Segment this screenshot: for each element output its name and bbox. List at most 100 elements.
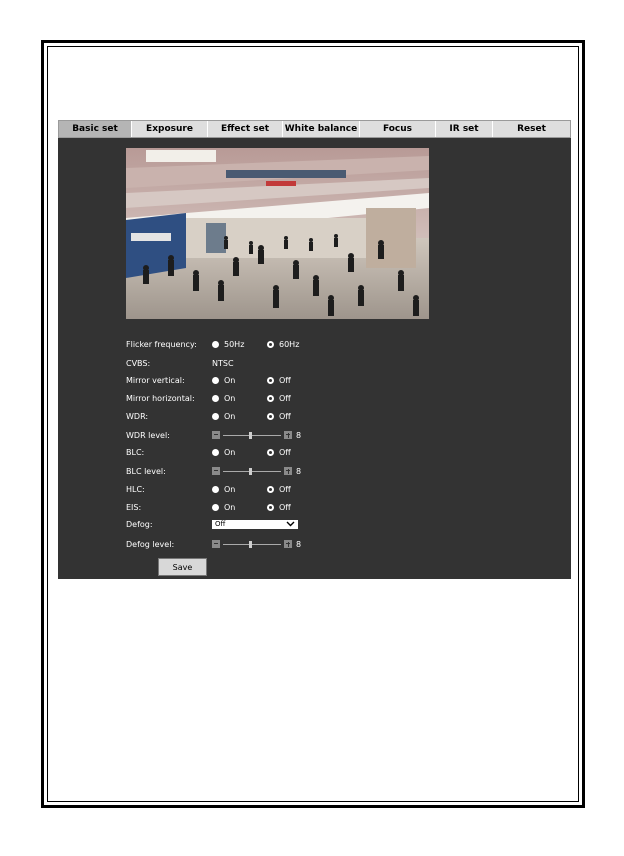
wdr-on-radio[interactable]: On <box>212 412 267 421</box>
plus-icon[interactable] <box>284 431 292 439</box>
minus-icon[interactable] <box>212 540 220 548</box>
defog-select-value: Off <box>215 520 226 528</box>
wdr-level-label: WDR level: <box>126 430 170 440</box>
wdr-label: WDR: <box>126 411 149 421</box>
eis-off-radio[interactable]: Off <box>267 503 291 512</box>
hlc-off-radio[interactable]: Off <box>267 485 291 494</box>
radio-selected-icon <box>267 412 274 420</box>
eis-row: EIS: On Off <box>126 500 291 514</box>
defog-row: Defog: Off <box>126 517 298 531</box>
defog-select[interactable]: Off <box>212 519 298 529</box>
flicker-frequency-label: Flicker frequency: <box>126 339 197 349</box>
blc-on-radio[interactable]: On <box>212 448 267 457</box>
radio-selected-icon <box>267 394 274 402</box>
radio-unselected-icon <box>212 340 219 348</box>
wdr-level-value: 8 <box>296 430 302 440</box>
flicker-50hz-label: 50Hz <box>224 339 245 349</box>
hlc-on-label: On <box>224 484 236 494</box>
video-preview-image <box>126 148 429 319</box>
blc-label: BLC: <box>126 447 145 457</box>
tab-focus[interactable]: Focus <box>360 121 436 137</box>
slider-thumb[interactable] <box>249 467 252 475</box>
flicker-frequency-row: Flicker frequency: 50Hz 60Hz <box>126 337 299 351</box>
flicker-50hz-radio[interactable]: 50Hz <box>212 340 267 349</box>
radio-unselected-icon <box>212 485 219 493</box>
radio-selected-icon <box>267 448 274 456</box>
mirror-vertical-label: Mirror vertical: <box>126 375 185 385</box>
defog-level-label: Defog level: <box>126 539 175 549</box>
cvbs-value: NTSC <box>212 358 234 368</box>
plus-icon[interactable] <box>284 467 292 475</box>
hlc-on-radio[interactable]: On <box>212 485 267 494</box>
tab-white-balance[interactable]: White balance <box>283 121 360 137</box>
radio-selected-icon <box>267 340 274 348</box>
radio-unselected-icon <box>212 412 219 420</box>
blc-level-row: BLC level: 8 <box>126 464 301 478</box>
wdr-level-slider[interactable]: 8 <box>212 431 301 440</box>
mirror-horizontal-row: Mirror horizontal: On Off <box>126 391 291 405</box>
defog-level-slider[interactable]: 8 <box>212 540 301 549</box>
tab-effect-set[interactable]: Effect set <box>208 121 283 137</box>
mirror-horizontal-off-label: Off <box>279 393 291 403</box>
tab-basic-set[interactable]: Basic set <box>59 121 132 137</box>
mirror-vertical-off-radio[interactable]: Off <box>267 376 291 385</box>
minus-icon[interactable] <box>212 431 220 439</box>
video-preview <box>126 148 429 319</box>
slider-track[interactable] <box>223 540 281 548</box>
tab-reset[interactable]: Reset <box>493 121 570 137</box>
mirror-vertical-on-radio[interactable]: On <box>212 376 267 385</box>
save-button[interactable]: Save <box>158 558 207 576</box>
minus-icon[interactable] <box>212 467 220 475</box>
eis-off-label: Off <box>279 502 291 512</box>
mirror-horizontal-label: Mirror horizontal: <box>126 393 195 403</box>
blc-row: BLC: On Off <box>126 445 291 459</box>
flicker-60hz-radio[interactable]: 60Hz <box>267 340 299 349</box>
slider-track[interactable] <box>223 467 281 475</box>
mirror-vertical-on-label: On <box>224 375 236 385</box>
radio-selected-icon <box>267 376 274 384</box>
slider-track[interactable] <box>223 431 281 439</box>
mirror-vertical-row: Mirror vertical: On Off <box>126 373 291 387</box>
eis-on-radio[interactable]: On <box>212 503 267 512</box>
eis-on-label: On <box>224 502 236 512</box>
wdr-off-radio[interactable]: Off <box>267 412 291 421</box>
defog-label: Defog: <box>126 519 153 529</box>
defog-level-row: Defog level: 8 <box>126 537 301 551</box>
tab-bar: Basic set Exposure Effect set White bala… <box>58 120 571 138</box>
eis-label: EIS: <box>126 502 142 512</box>
blc-level-label: BLC level: <box>126 466 166 476</box>
cvbs-label: CVBS: <box>126 358 151 368</box>
chevron-down-icon <box>286 521 295 527</box>
mirror-horizontal-on-radio[interactable]: On <box>212 394 267 403</box>
cvbs-row: CVBS: NTSC <box>126 356 234 370</box>
blc-off-label: Off <box>279 447 291 457</box>
radio-unselected-icon <box>212 394 219 402</box>
radio-unselected-icon <box>212 376 219 384</box>
settings-panel: Flicker frequency: 50Hz 60Hz CVBS: NTSC … <box>58 138 571 579</box>
flicker-60hz-label: 60Hz <box>279 339 300 349</box>
blc-level-slider[interactable]: 8 <box>212 467 301 476</box>
radio-unselected-icon <box>212 503 219 511</box>
wdr-on-label: On <box>224 411 236 421</box>
tab-ir-set[interactable]: IR set <box>436 121 493 137</box>
radio-unselected-icon <box>212 448 219 456</box>
mirror-horizontal-on-label: On <box>224 393 236 403</box>
blc-off-radio[interactable]: Off <box>267 448 291 457</box>
hlc-label: HLC: <box>126 484 145 494</box>
plus-icon[interactable] <box>284 540 292 548</box>
hlc-off-label: Off <box>279 484 291 494</box>
tab-exposure[interactable]: Exposure <box>132 121 208 137</box>
slider-thumb[interactable] <box>249 431 252 439</box>
defog-level-value: 8 <box>296 539 302 549</box>
hlc-row: HLC: On Off <box>126 482 291 496</box>
wdr-off-label: Off <box>279 411 291 421</box>
blc-level-value: 8 <box>296 466 302 476</box>
radio-selected-icon <box>267 503 274 511</box>
slider-thumb[interactable] <box>249 540 252 548</box>
radio-selected-icon <box>267 485 274 493</box>
blc-on-label: On <box>224 447 236 457</box>
wdr-row: WDR: On Off <box>126 409 291 423</box>
mirror-vertical-off-label: Off <box>279 375 291 385</box>
wdr-level-row: WDR level: 8 <box>126 428 301 442</box>
mirror-horizontal-off-radio[interactable]: Off <box>267 394 291 403</box>
